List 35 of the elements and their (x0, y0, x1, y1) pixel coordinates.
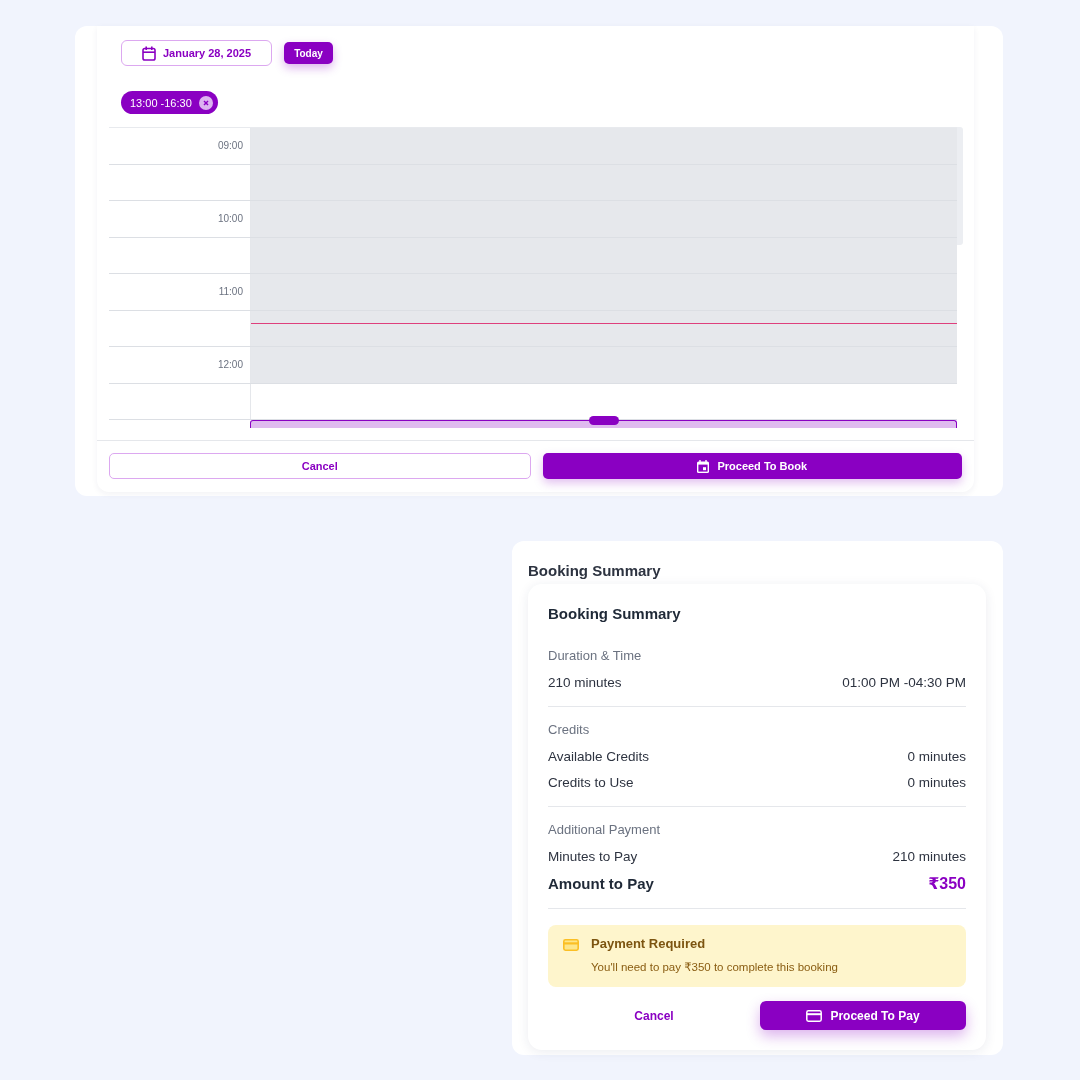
card-title: Booking Summary (548, 604, 682, 624)
credit-card-icon (563, 939, 579, 951)
time-label: 12:00 (217, 359, 243, 371)
scrollbar-thumb[interactable] (957, 127, 963, 245)
row-label: Credits to Use (548, 774, 634, 792)
date-picker-button[interactable]: January 28, 2025 (121, 40, 272, 66)
credit-card-icon (806, 1009, 823, 1022)
row-value: 0 minutes (907, 748, 966, 766)
proceed-button[interactable]: Proceed To Pay (760, 1001, 966, 1030)
time-range-label: 13:00 -16:30 (130, 96, 192, 109)
row-value: ₹350 (928, 874, 966, 894)
cancel-button[interactable]: Cancel (634, 1008, 674, 1023)
cancel-button[interactable]: Cancel (109, 453, 531, 479)
row-value: 0 minutes (907, 774, 966, 792)
calendar-icon (697, 459, 710, 473)
time-label: 11:00 (218, 286, 243, 298)
time-label: 09:00 (217, 140, 243, 152)
time-label: 10:00 (217, 213, 243, 225)
resize-handle[interactable] (588, 416, 619, 425)
panel-heading: Booking Summary (528, 562, 662, 580)
alert-title: Payment Required (591, 935, 707, 953)
section-title: Duration & Time (548, 647, 643, 665)
proceed-button[interactable]: Proceed To Book (542, 453, 962, 479)
alert-message: You'll need to pay ₹350 to complete this booking (591, 960, 838, 975)
today-button[interactable]: Today (284, 42, 333, 64)
row-value: 210 minutes (892, 848, 966, 866)
row-label: Available Credits (548, 748, 650, 766)
row-label: Amount to Pay (548, 874, 654, 894)
close-icon[interactable] (198, 95, 213, 110)
row-value: 01:00 PM -04:30 PM (842, 674, 966, 692)
section-title: Additional Payment (548, 821, 661, 839)
row-label: Minutes to Pay (548, 848, 638, 866)
row-label: 210 minutes (548, 674, 622, 692)
calendar-icon (141, 45, 156, 61)
section-title: Credits (548, 721, 591, 739)
